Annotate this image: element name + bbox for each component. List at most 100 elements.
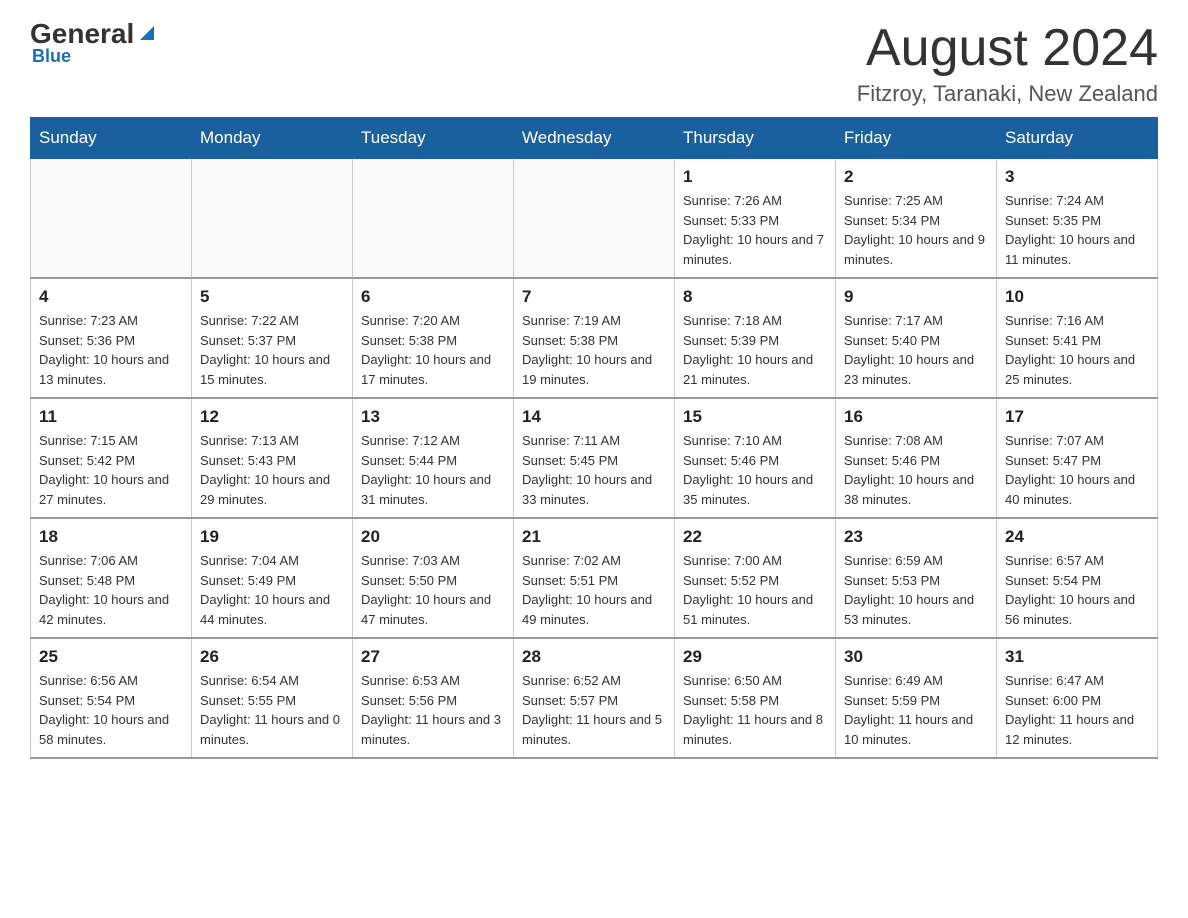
- day-number: 16: [844, 407, 988, 427]
- day-number: 7: [522, 287, 666, 307]
- day-info: Sunrise: 7:19 AMSunset: 5:38 PMDaylight:…: [522, 311, 666, 389]
- day-number: 17: [1005, 407, 1149, 427]
- calendar-cell: 14 Sunrise: 7:11 AMSunset: 5:45 PMDayligh…: [514, 398, 675, 518]
- day-number: 3: [1005, 167, 1149, 187]
- day-number: 9: [844, 287, 988, 307]
- day-info: Sunrise: 7:11 AMSunset: 5:45 PMDaylight:…: [522, 431, 666, 509]
- calendar-week-5: 25 Sunrise: 6:56 AMSunset: 5:54 PMDayligh…: [31, 638, 1158, 758]
- day-info: Sunrise: 7:12 AMSunset: 5:44 PMDaylight:…: [361, 431, 505, 509]
- day-number: 10: [1005, 287, 1149, 307]
- day-info: Sunrise: 7:16 AMSunset: 5:41 PMDaylight:…: [1005, 311, 1149, 389]
- calendar-table: SundayMondayTuesdayWednesdayThursdayFrid…: [30, 117, 1158, 759]
- calendar-week-3: 11 Sunrise: 7:15 AMSunset: 5:42 PMDayligh…: [31, 398, 1158, 518]
- day-info: Sunrise: 6:56 AMSunset: 5:54 PMDaylight:…: [39, 671, 183, 749]
- day-info: Sunrise: 7:25 AMSunset: 5:34 PMDaylight:…: [844, 191, 988, 269]
- day-number: 18: [39, 527, 183, 547]
- calendar-week-1: 1 Sunrise: 7:26 AMSunset: 5:33 PMDaylight…: [31, 159, 1158, 279]
- day-number: 30: [844, 647, 988, 667]
- day-number: 8: [683, 287, 827, 307]
- calendar-cell: [514, 159, 675, 279]
- day-number: 11: [39, 407, 183, 427]
- day-number: 13: [361, 407, 505, 427]
- day-info: Sunrise: 7:22 AMSunset: 5:37 PMDaylight:…: [200, 311, 344, 389]
- calendar-cell: 18 Sunrise: 7:06 AMSunset: 5:48 PMDayligh…: [31, 518, 192, 638]
- calendar-cell: 19 Sunrise: 7:04 AMSunset: 5:49 PMDayligh…: [192, 518, 353, 638]
- day-number: 12: [200, 407, 344, 427]
- calendar-cell: 17 Sunrise: 7:07 AMSunset: 5:47 PMDayligh…: [997, 398, 1158, 518]
- logo-blue: Blue: [30, 46, 71, 67]
- calendar-cell: 24 Sunrise: 6:57 AMSunset: 5:54 PMDayligh…: [997, 518, 1158, 638]
- day-number: 26: [200, 647, 344, 667]
- header-tuesday: Tuesday: [353, 118, 514, 159]
- page-header: General Blue August 2024 Fitzroy, Tarana…: [30, 20, 1158, 107]
- header-wednesday: Wednesday: [514, 118, 675, 159]
- header-friday: Friday: [836, 118, 997, 159]
- day-number: 25: [39, 647, 183, 667]
- calendar-cell: 15 Sunrise: 7:10 AMSunset: 5:46 PMDayligh…: [675, 398, 836, 518]
- calendar-cell: 23 Sunrise: 6:59 AMSunset: 5:53 PMDayligh…: [836, 518, 997, 638]
- day-info: Sunrise: 6:57 AMSunset: 5:54 PMDaylight:…: [1005, 551, 1149, 629]
- calendar-cell: 2Sunrise: 7:25 AMSunset: 5:34 PMDaylight…: [836, 159, 997, 279]
- calendar-cell: 26 Sunrise: 6:54 AMSunset: 5:55 PMDayligh…: [192, 638, 353, 758]
- day-info: Sunrise: 7:04 AMSunset: 5:49 PMDaylight:…: [200, 551, 344, 629]
- day-info: Sunrise: 7:08 AMSunset: 5:46 PMDaylight:…: [844, 431, 988, 509]
- day-number: 15: [683, 407, 827, 427]
- calendar-cell: 21 Sunrise: 7:02 AMSunset: 5:51 PMDayligh…: [514, 518, 675, 638]
- day-number: 1: [683, 167, 827, 187]
- day-number: 24: [1005, 527, 1149, 547]
- day-number: 21: [522, 527, 666, 547]
- day-info: Sunrise: 6:53 AMSunset: 5:56 PMDaylight:…: [361, 671, 505, 749]
- calendar-cell: 12Sunrise: 7:13 AMSunset: 5:43 PMDayligh…: [192, 398, 353, 518]
- day-number: 4: [39, 287, 183, 307]
- day-number: 31: [1005, 647, 1149, 667]
- calendar-cell: 16 Sunrise: 7:08 AMSunset: 5:46 PMDayligh…: [836, 398, 997, 518]
- day-number: 20: [361, 527, 505, 547]
- day-info: Sunrise: 7:00 AMSunset: 5:52 PMDaylight:…: [683, 551, 827, 629]
- calendar-cell: 11 Sunrise: 7:15 AMSunset: 5:42 PMDayligh…: [31, 398, 192, 518]
- day-info: Sunrise: 6:49 AMSunset: 5:59 PMDaylight:…: [844, 671, 988, 749]
- calendar-cell: 29 Sunrise: 6:50 AMSunset: 5:58 PMDayligh…: [675, 638, 836, 758]
- day-number: 19: [200, 527, 344, 547]
- day-info: Sunrise: 7:23 AMSunset: 5:36 PMDaylight:…: [39, 311, 183, 389]
- calendar-week-4: 18 Sunrise: 7:06 AMSunset: 5:48 PMDayligh…: [31, 518, 1158, 638]
- header-sunday: Sunday: [31, 118, 192, 159]
- calendar-cell: 30 Sunrise: 6:49 AMSunset: 5:59 PMDayligh…: [836, 638, 997, 758]
- day-info: Sunrise: 7:02 AMSunset: 5:51 PMDaylight:…: [522, 551, 666, 629]
- day-info: Sunrise: 7:24 AMSunset: 5:35 PMDaylight:…: [1005, 191, 1149, 269]
- logo-brand: General: [30, 20, 134, 48]
- calendar-cell: 22Sunrise: 7:00 AMSunset: 5:52 PMDayligh…: [675, 518, 836, 638]
- day-info: Sunrise: 7:06 AMSunset: 5:48 PMDaylight:…: [39, 551, 183, 629]
- day-info: Sunrise: 7:10 AMSunset: 5:46 PMDaylight:…: [683, 431, 827, 509]
- calendar-cell: 4 Sunrise: 7:23 AMSunset: 5:36 PMDaylight…: [31, 278, 192, 398]
- day-info: Sunrise: 6:52 AMSunset: 5:57 PMDaylight:…: [522, 671, 666, 749]
- calendar-cell: [192, 159, 353, 279]
- day-number: 28: [522, 647, 666, 667]
- day-info: Sunrise: 6:47 AMSunset: 6:00 PMDaylight:…: [1005, 671, 1149, 749]
- day-number: 14: [522, 407, 666, 427]
- header-saturday: Saturday: [997, 118, 1158, 159]
- calendar-cell: [31, 159, 192, 279]
- calendar-cell: 6Sunrise: 7:20 AMSunset: 5:38 PMDaylight…: [353, 278, 514, 398]
- calendar-cell: 7 Sunrise: 7:19 AMSunset: 5:38 PMDaylight…: [514, 278, 675, 398]
- day-info: Sunrise: 7:26 AMSunset: 5:33 PMDaylight:…: [683, 191, 827, 269]
- day-info: Sunrise: 6:54 AMSunset: 5:55 PMDaylight:…: [200, 671, 344, 749]
- calendar-cell: [353, 159, 514, 279]
- day-info: Sunrise: 7:15 AMSunset: 5:42 PMDaylight:…: [39, 431, 183, 509]
- title-block: August 2024 Fitzroy, Taranaki, New Zeala…: [857, 20, 1158, 107]
- day-info: Sunrise: 7:17 AMSunset: 5:40 PMDaylight:…: [844, 311, 988, 389]
- calendar-cell: 5Sunrise: 7:22 AMSunset: 5:37 PMDaylight…: [192, 278, 353, 398]
- calendar-cell: 13 Sunrise: 7:12 AMSunset: 5:44 PMDayligh…: [353, 398, 514, 518]
- logo-triangle-icon: [136, 22, 158, 44]
- day-info: Sunrise: 6:59 AMSunset: 5:53 PMDaylight:…: [844, 551, 988, 629]
- calendar-title: August 2024: [857, 20, 1158, 77]
- day-number: 6: [361, 287, 505, 307]
- calendar-cell: 8Sunrise: 7:18 AMSunset: 5:39 PMDaylight…: [675, 278, 836, 398]
- day-number: 23: [844, 527, 988, 547]
- calendar-subtitle: Fitzroy, Taranaki, New Zealand: [857, 81, 1158, 107]
- calendar-header-row: SundayMondayTuesdayWednesdayThursdayFrid…: [31, 118, 1158, 159]
- calendar-cell: 20Sunrise: 7:03 AMSunset: 5:50 PMDayligh…: [353, 518, 514, 638]
- day-number: 29: [683, 647, 827, 667]
- header-thursday: Thursday: [675, 118, 836, 159]
- day-info: Sunrise: 7:07 AMSunset: 5:47 PMDaylight:…: [1005, 431, 1149, 509]
- day-info: Sunrise: 6:50 AMSunset: 5:58 PMDaylight:…: [683, 671, 827, 749]
